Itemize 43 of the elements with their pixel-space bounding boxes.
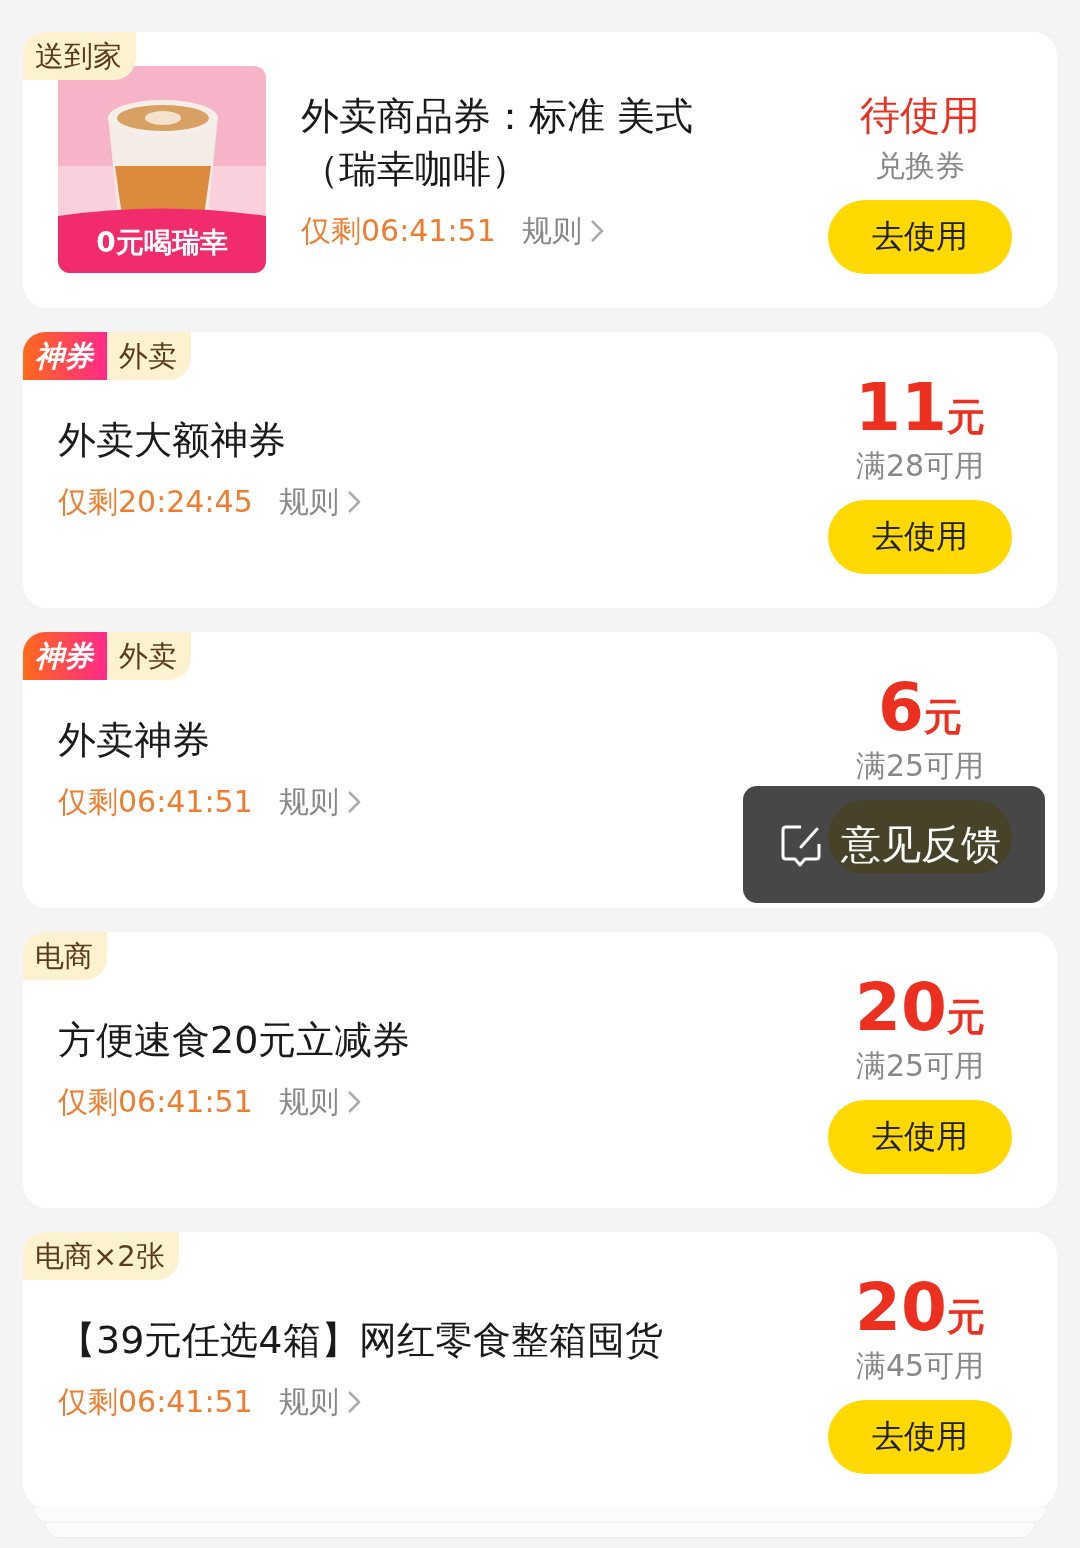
coupon-condition: 兑换券 [875,147,965,185]
discount-amount: 6元 [878,672,962,744]
rules-link[interactable]: 规则 [521,211,604,251]
coupon-condition: 满45可用 [855,1347,985,1385]
rules-link[interactable]: 规则 [278,1382,361,1422]
coupon-title: 【39元任选4箱】网红零食整箱囤货 [58,1317,663,1364]
coupon-tag: 神券 [23,332,107,380]
coupon-title: 外卖大额神券 [58,417,286,464]
coupon-tag: 电商×2张 [23,1232,179,1280]
feedback-popup[interactable]: 意见反馈 [743,786,1045,903]
coupon-title: 方便速食20元立减券 [58,1017,411,1064]
countdown-text: 仅剩06:41:51 [58,783,253,821]
coupon-tag: 神券 [23,632,107,680]
use-button[interactable]: 去使用 [828,1400,1012,1474]
countdown-text: 仅剩06:41:51 [58,1083,253,1121]
countdown-text: 仅剩06:41:51 [301,212,496,250]
coupon-tag: 电商 [23,932,107,980]
countdown-text: 仅剩06:41:51 [58,1383,253,1421]
countdown-text: 仅剩20:24:45 [58,483,253,521]
chevron-right-icon [346,490,361,514]
chevron-right-icon [346,1090,361,1114]
chevron-right-icon [346,1390,361,1414]
discount-amount: 11元 [855,372,985,444]
rules-link[interactable]: 规则 [278,782,361,822]
coupon-condition: 满28可用 [855,447,985,485]
picture-caption: 0元喝瑞幸 [95,225,229,261]
status-text: 待使用 [860,91,980,140]
coupon-tag: 外卖 [107,632,191,680]
use-button[interactable]: 去使用 [828,500,1012,574]
chevron-right-icon [589,219,604,243]
rules-link[interactable]: 规则 [278,1082,361,1122]
coupon-title: 外卖神券 [58,717,210,764]
coupon-tag: 送到家 [23,32,136,80]
discount-amount: 20元 [855,972,985,1044]
coupon-condition: 满25可用 [855,1047,985,1085]
rules-link[interactable]: 规则 [278,482,361,522]
coupon-condition: 满25可用 [855,747,985,785]
use-button[interactable]: 去使用 [828,1100,1012,1174]
coupon-title: 外卖商品券：标准 美式（瑞幸咖啡） [301,93,695,193]
chevron-right-icon [346,790,361,814]
use-button[interactable]: 去使用 [828,200,1012,274]
discount-amount: 20元 [855,1272,985,1344]
coupon-tag: 外卖 [107,332,191,380]
